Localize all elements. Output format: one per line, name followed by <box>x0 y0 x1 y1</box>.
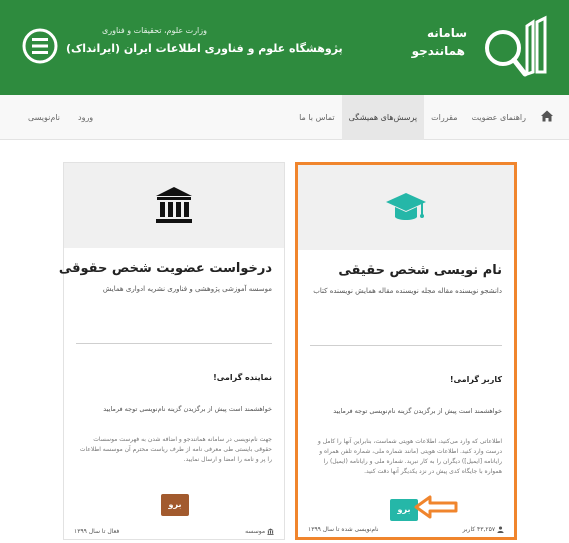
institute-name: پژوهشگاه علوم و فناوری اطلاعات ایران (ای… <box>66 42 343 55</box>
card-footer-count: ۴۳,۲۵۷ کاربر <box>463 526 504 533</box>
home-icon[interactable] <box>539 108 555 124</box>
auth-links: نام‌نویسی ورود <box>28 95 93 140</box>
card-note: خواهشمند است پیش از برگزیدن گزینه نام‌نو… <box>103 405 272 413</box>
card-footer-since: فعال تا سال ۱۳۹۹ <box>74 528 120 535</box>
card-footer-since: نام‌نویسی شده تا سال ۱۳۹۹ <box>308 526 379 533</box>
card-subtitle: دانشجو نویسنده مقاله مجله نویسنده مقاله … <box>313 287 502 295</box>
system-brand[interactable]: سامانه همانندجو <box>405 12 555 84</box>
institution-building-icon <box>156 187 192 223</box>
login-link[interactable]: ورود <box>78 113 93 122</box>
legal-entity-card: درخواست عضویت شخص حقوقی موسسه آموزشی پژو… <box>59 162 285 540</box>
hamanandjoo-logo-icon <box>485 15 547 77</box>
building-icon <box>267 528 274 535</box>
card-subtitle: موسسه آموزشی پژوهشی و فناوری نشریه ادوار… <box>102 285 272 293</box>
card-description: اطلاعاتی که وارد می‌کنید، اطلاعات هویتی … <box>317 438 502 475</box>
card-greeting: نماینده گرامی! <box>213 373 272 382</box>
natural-person-card: نام نویسی شخص حقیقی دانشجو نویسنده مقاله… <box>295 162 517 540</box>
nav-item-rules[interactable]: مقررات <box>424 95 464 140</box>
user-icon <box>497 526 504 533</box>
card-header <box>64 163 284 248</box>
institute-brand[interactable]: وزارت علوم، تحقیقات و فناوری پژوهشگاه عل… <box>14 20 343 72</box>
card-divider <box>310 345 502 346</box>
graduation-cap-icon <box>386 193 426 220</box>
nav-item-contact[interactable]: تماس با ما <box>292 95 342 140</box>
nav-items: راهنمای عضویت مقررات پرسش‌های همیشگی تما… <box>292 95 533 140</box>
site-header: وزارت علوم، تحقیقات و فناوری پژوهشگاه عل… <box>0 0 569 95</box>
card-footer-count-text: ۴۳,۲۵۷ کاربر <box>462 526 496 533</box>
card-description: جهت نام‌نویسی در سامانه همانندجو و اضافه… <box>79 436 272 463</box>
arrow-left-icon <box>414 495 458 519</box>
institute-ministry-label: وزارت علوم، تحقیقات و فناوری <box>102 26 207 35</box>
card-title: نام نویسی شخص حقیقی <box>338 263 502 278</box>
card-greeting: کاربر گرامی! <box>449 375 502 384</box>
main-nav: راهنمای عضویت مقررات پرسش‌های همیشگی تما… <box>0 95 569 140</box>
system-name-line1: سامانه <box>426 26 467 40</box>
card-note: خواهشمند است پیش از برگزیدن گزینه نام‌نو… <box>333 407 502 415</box>
legal-go-button[interactable]: برو <box>161 494 189 516</box>
irandoc-logo-icon <box>22 28 58 64</box>
system-name-line2: همانندجو <box>411 44 465 58</box>
nav-item-faq[interactable]: پرسش‌های همیشگی <box>341 95 425 140</box>
card-footer-count: موسسه <box>245 528 274 535</box>
card-header <box>298 165 514 250</box>
card-title: درخواست عضویت شخص حقوقی <box>58 261 272 276</box>
card-divider <box>76 343 272 344</box>
nav-item-membership-guide[interactable]: راهنمای عضویت <box>464 95 533 140</box>
card-footer-count-text: موسسه <box>245 528 266 535</box>
register-link[interactable]: نام‌نویسی <box>28 113 60 122</box>
